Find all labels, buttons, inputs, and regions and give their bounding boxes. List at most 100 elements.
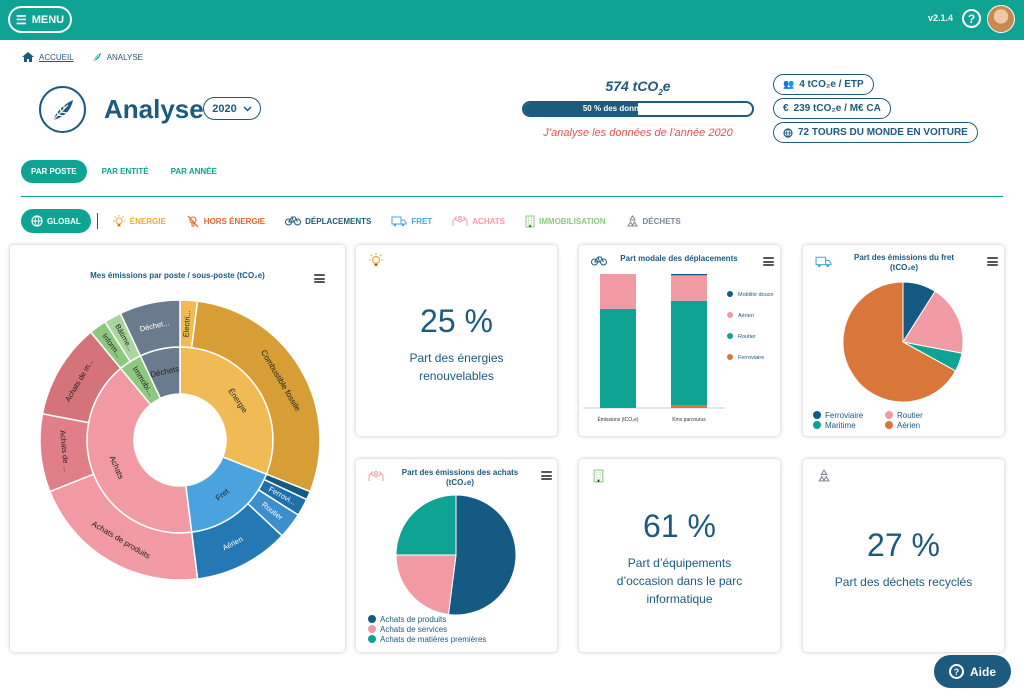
- help-icon: ?: [948, 664, 964, 679]
- leaf-icon: [92, 53, 101, 62]
- version-label: v2.1.4: [928, 13, 954, 23]
- sunburst-label: Electri...: [181, 310, 192, 338]
- pie-slice[interactable]: [395, 494, 457, 556]
- menu-label: MENU: [31, 13, 65, 26]
- bar-segment[interactable]: [671, 274, 707, 276]
- chevron-down-icon: [243, 105, 252, 112]
- building-icon: [525, 215, 535, 227]
- bar-segment[interactable]: [671, 275, 707, 301]
- globe-car-icon: [783, 127, 793, 138]
- fret-legend: Ferroviaire Routier Maritime Aérien: [813, 410, 993, 430]
- card-sunburst: Mes émissions par poste / sous-poste (tC…: [10, 245, 345, 652]
- recycle-icon: [626, 215, 638, 227]
- building-icon: [593, 469, 604, 483]
- year-value: 2020: [212, 102, 237, 115]
- bike-icon: [285, 216, 302, 226]
- view-tabs: PAR POSTE PAR ENTITÉ PAR ANNÉE: [21, 160, 227, 183]
- hamburger-icon: ☰: [15, 12, 27, 27]
- data-collection-progress: 50 % des données collectées: [522, 101, 754, 117]
- tab-par-annee[interactable]: PAR ANNÉE: [161, 160, 227, 183]
- legend-item[interactable]: Achats de produits: [368, 614, 486, 624]
- legend-label: Ferroviaire: [738, 355, 764, 361]
- globe-icon: [31, 215, 43, 227]
- legend-marker[interactable]: [727, 333, 733, 339]
- pie-slice[interactable]: [447, 494, 517, 616]
- legend-item[interactable]: Achats de matières premières: [368, 634, 486, 644]
- menu-button[interactable]: ☰ MENU: [8, 6, 72, 33]
- x-tick-label: Émissions (tCO₂e): [597, 416, 638, 423]
- bulb-icon: [369, 253, 383, 267]
- bar-segment[interactable]: [671, 405, 707, 408]
- breadcrumb-home[interactable]: ACCUEIL: [22, 52, 74, 62]
- card-waste: 27 % Part des déchets recyclés: [803, 459, 1004, 652]
- legend-item[interactable]: Routier: [885, 410, 957, 420]
- no-bulb-icon: [187, 215, 199, 227]
- bulb-icon: [112, 214, 125, 226]
- legend-item[interactable]: Maritime: [813, 420, 885, 430]
- filter-immobilisation[interactable]: IMMOBILISATION: [525, 215, 606, 228]
- kpi-per-ca: € 239 tCO₂e / M€ CA: [773, 98, 891, 119]
- filter-deplacements[interactable]: DÉPLACEMENTS: [285, 216, 371, 226]
- analyse-year-label: J’analyse les données de l’année 2020: [543, 127, 733, 139]
- card-fret: Part des émissions du fret (tCO₂e) Ferro…: [803, 245, 1004, 436]
- card-achats: Part des émissions des achats (tCO₂e) Ac…: [356, 459, 557, 652]
- legend-label: Mobilité douce: [738, 292, 773, 298]
- filter-achats[interactable]: ACHATS: [452, 215, 505, 227]
- card-equipment: 61 % Part d’équipements d’occasion dans …: [579, 459, 780, 652]
- breadcrumb: ACCUEIL ANALYSE: [22, 52, 143, 62]
- hands-icon: [452, 215, 468, 226]
- filter-fret[interactable]: FRET: [391, 216, 432, 227]
- top-bar: ☰ MENU v2.1.4 ?: [0, 0, 1024, 40]
- total-emissions: 574 tCO2e: [605, 78, 671, 97]
- legend-label: Routier: [738, 334, 756, 340]
- category-filters: GLOBAL ÉNERGIE HORS ÉNERGIE DÉPLACEMENTS…: [21, 209, 701, 233]
- users-icon: 👥: [783, 79, 795, 89]
- kpi-tours-monde: 72 TOURS DU MONDE EN VOITURE: [773, 122, 978, 143]
- legend-item[interactable]: Aérien: [885, 420, 957, 430]
- card-modal-split: Part modale des déplacements Émissions (…: [579, 245, 780, 436]
- filter-separator: [96, 213, 98, 229]
- progress-label: 50 % des données collectées: [582, 104, 694, 113]
- filter-global[interactable]: GLOBAL: [21, 209, 91, 233]
- equipment-label: Part d’équipements d’occasion dans le pa…: [616, 556, 743, 606]
- achats-legend: Achats de produits Achats de services Ac…: [368, 614, 486, 644]
- truck-icon: [391, 216, 407, 226]
- recycle-icon: [818, 469, 830, 482]
- card-renewables: 25 % Part des énergies renouvelables: [356, 245, 557, 436]
- kpi-per-etp: 👥 4 tCO₂e / ETP: [773, 74, 874, 95]
- legend-item[interactable]: Ferroviaire: [813, 410, 885, 420]
- tab-par-entite[interactable]: PAR ENTITÉ: [92, 160, 159, 183]
- page-title: Analyse: [104, 94, 204, 124]
- year-select[interactable]: 2020: [203, 97, 261, 120]
- modal-split-chart[interactable]: Émissions (tCO₂e) Kms parcourus Mobilité d…: [579, 245, 780, 436]
- filter-hors-energie[interactable]: HORS ÉNERGIE: [186, 215, 265, 228]
- analyse-leaf-icon: [39, 86, 86, 133]
- filter-energie[interactable]: ÉNERGIE: [112, 214, 166, 228]
- euro-icon: €: [783, 103, 789, 114]
- equipment-value: 61 %: [643, 508, 716, 544]
- section-divider: [21, 196, 1003, 197]
- aide-button[interactable]: ? Aide: [934, 655, 1011, 688]
- bar-segment[interactable]: [600, 274, 636, 309]
- home-icon: [22, 52, 34, 62]
- legend-marker[interactable]: [727, 291, 733, 297]
- legend-marker[interactable]: [727, 354, 733, 360]
- waste-value: 27 %: [867, 527, 940, 563]
- avatar[interactable]: [987, 5, 1015, 33]
- legend-label: Aérien: [738, 313, 754, 319]
- breadcrumb-analyse: ANALYSE: [92, 52, 143, 62]
- fret-pie-chart[interactable]: [803, 245, 1004, 436]
- bar-segment[interactable]: [600, 308, 636, 408]
- sunburst-chart[interactable]: ÉnergieFretAchatsImmobi...DéchetsElectri…: [10, 245, 345, 652]
- legend-item[interactable]: Achats de services: [368, 624, 486, 634]
- filter-dechets[interactable]: DÉCHETS: [626, 215, 681, 227]
- waste-label: Part des déchets recyclés: [834, 575, 973, 589]
- tab-par-poste[interactable]: PAR POSTE: [21, 160, 87, 183]
- bar-segment[interactable]: [671, 300, 707, 406]
- renewables-value: 25 %: [420, 303, 493, 339]
- aide-label: Aide: [969, 664, 996, 679]
- pie-slice[interactable]: [395, 554, 457, 616]
- legend-marker[interactable]: [727, 312, 733, 318]
- help-icon[interactable]: ?: [962, 9, 981, 28]
- x-tick-label: Kms parcourus: [672, 417, 706, 423]
